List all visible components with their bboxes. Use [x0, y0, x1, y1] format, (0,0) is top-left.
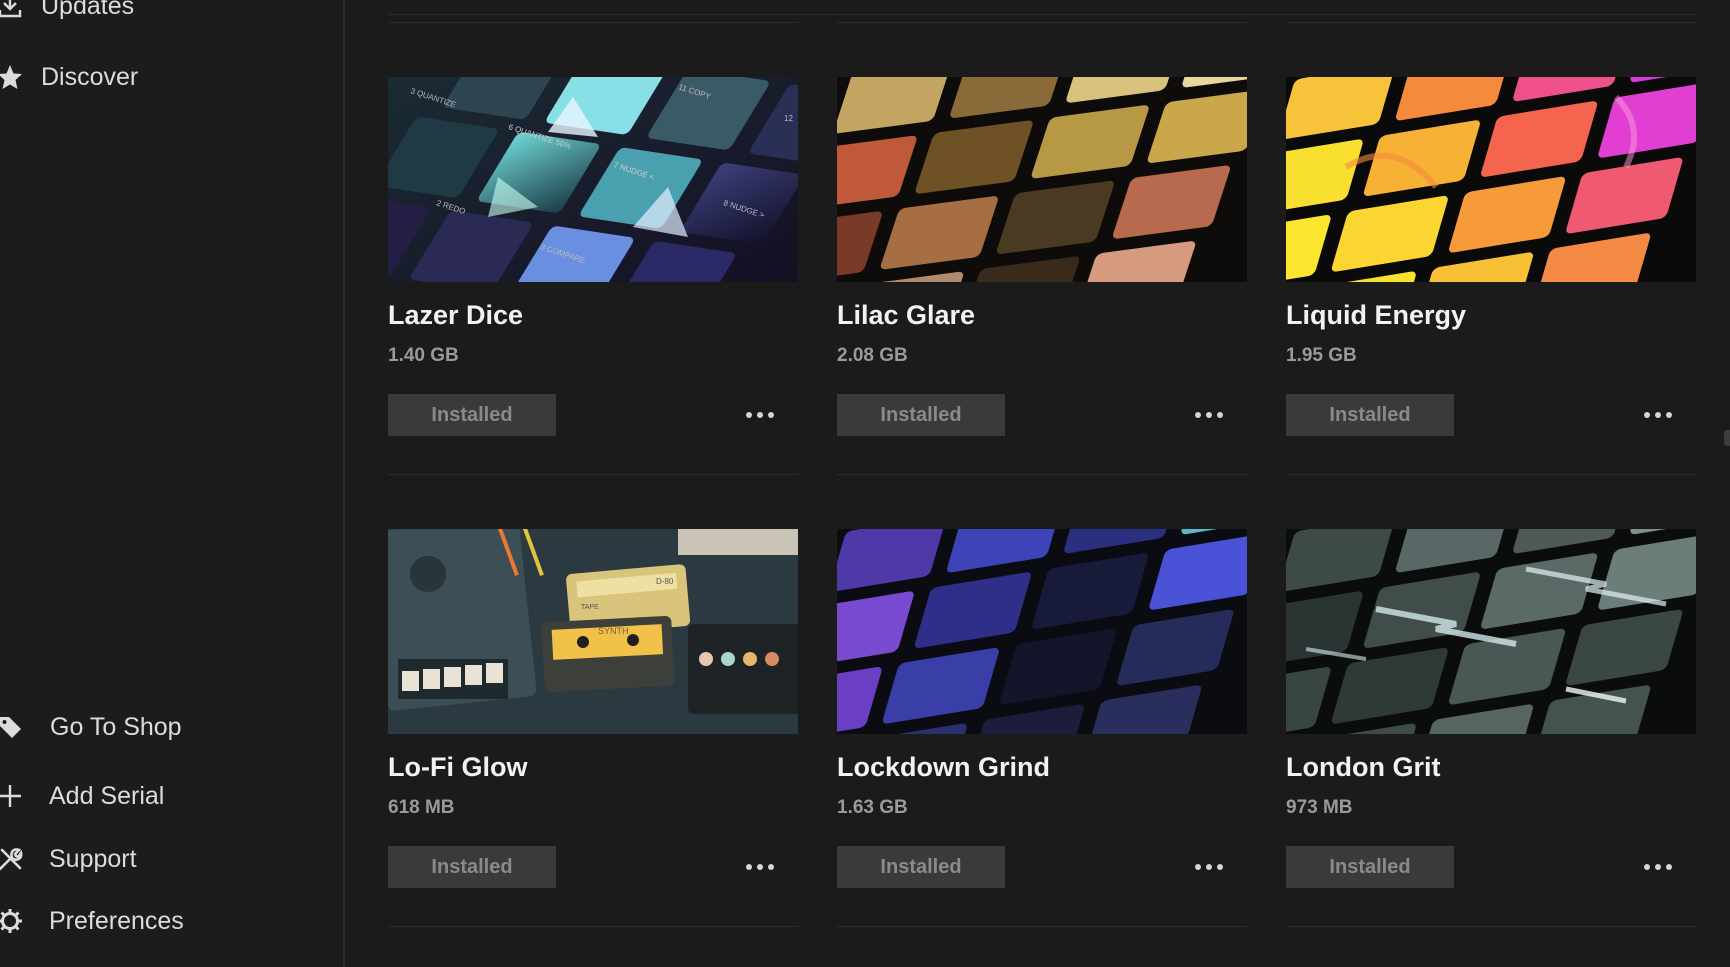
svg-text:12: 12	[784, 114, 793, 123]
more-options-icon[interactable]	[738, 394, 782, 436]
product-card[interactable]: Liquid Energy 1.95 GB Installed	[1286, 22, 1696, 475]
installed-button[interactable]: Installed	[837, 394, 1005, 436]
app-window: Updates Discover Go To Shop Add Serial S…	[0, 0, 1730, 967]
svg-text:TAPE: TAPE	[581, 604, 599, 611]
product-title: Lazer Dice	[388, 300, 524, 330]
divider	[388, 474, 798, 475]
product-title: Lo-Fi Glow	[388, 752, 528, 782]
more-options-icon[interactable]	[1636, 846, 1680, 888]
product-thumbnail[interactable]	[1286, 529, 1696, 734]
thumbnail-image: 3 QUANTIZE 11 COPY 6 QUANTIZE 50% 7 NUDG…	[388, 77, 798, 282]
product-size: 2.08 GB	[837, 345, 908, 366]
gear-icon	[0, 908, 23, 934]
product-grid: 3 QUANTIZE 11 COPY 6 QUANTIZE 50% 7 NUDG…	[347, 0, 1730, 967]
product-size: 1.63 GB	[837, 797, 908, 818]
sidebar-item-label: Updates	[41, 0, 135, 20]
product-card[interactable]: 3 QUANTIZE 11 COPY 6 QUANTIZE 50% 7 NUDG…	[388, 22, 798, 475]
more-options-icon[interactable]	[738, 846, 782, 888]
product-size: 973 MB	[1286, 797, 1353, 818]
sidebar-item-label: Add Serial	[49, 781, 165, 810]
product-thumbnail[interactable]: D-80 TAPE SYNTH	[388, 529, 798, 734]
sidebar-item-updates[interactable]: Updates	[0, 0, 134, 26]
thumbnail-image	[1286, 77, 1696, 282]
product-size: 1.40 GB	[388, 345, 459, 366]
sidebar-item-add-serial[interactable]: Add Serial	[0, 776, 164, 816]
divider	[837, 926, 1247, 927]
sidebar-item-label: Discover	[41, 62, 139, 91]
installed-button[interactable]: Installed	[837, 846, 1005, 888]
thumbnail-image	[837, 77, 1247, 282]
product-thumbnail[interactable]	[837, 529, 1247, 734]
download-icon	[0, 0, 23, 19]
scrollbar[interactable]	[1724, 430, 1730, 446]
divider	[1286, 926, 1696, 927]
sidebar-item-label: Go To Shop	[50, 712, 182, 741]
tools-icon	[0, 846, 23, 872]
tag-icon	[0, 714, 23, 740]
divider	[1286, 22, 1696, 23]
product-thumbnail[interactable]: 3 QUANTIZE 11 COPY 6 QUANTIZE 50% 7 NUDG…	[388, 77, 798, 282]
thumbnail-image	[837, 529, 1247, 734]
product-size: 618 MB	[388, 797, 455, 818]
plus-icon	[0, 783, 23, 809]
installed-button[interactable]: Installed	[388, 846, 556, 888]
sidebar-item-label: Support	[49, 844, 137, 873]
product-card[interactable]: London Grit 973 MB Installed	[1286, 529, 1696, 927]
product-card[interactable]: Lilac Glare 2.08 GB Installed	[837, 22, 1247, 475]
installed-button[interactable]: Installed	[388, 394, 556, 436]
thumbnail-image: D-80 TAPE SYNTH	[388, 529, 798, 734]
installed-button[interactable]: Installed	[1286, 846, 1454, 888]
product-size: 1.95 GB	[1286, 345, 1357, 366]
divider	[1286, 474, 1696, 475]
product-title: Lilac Glare	[837, 300, 976, 330]
sidebar-item-discover[interactable]: Discover	[0, 57, 138, 97]
product-title: London Grit	[1286, 752, 1441, 782]
installed-button[interactable]: Installed	[1286, 394, 1454, 436]
product-card[interactable]: Lockdown Grind 1.63 GB Installed	[837, 529, 1247, 927]
svg-text:D-80: D-80	[656, 577, 674, 586]
divider	[387, 14, 1697, 15]
product-card[interactable]: D-80 TAPE SYNTH Lo-Fi Glow 618 MB Instal…	[388, 529, 798, 927]
sidebar-item-preferences[interactable]: Preferences	[0, 901, 184, 941]
sidebar-item-go-to-shop[interactable]: Go To Shop	[0, 707, 182, 747]
product-title: Lockdown Grind	[837, 752, 1050, 782]
product-title: Liquid Energy	[1286, 300, 1467, 330]
divider	[837, 474, 1247, 475]
product-thumbnail[interactable]	[837, 77, 1247, 282]
more-options-icon[interactable]	[1187, 394, 1231, 436]
divider	[837, 22, 1247, 23]
divider	[388, 22, 798, 23]
divider	[388, 926, 798, 927]
thumbnail-image	[1286, 529, 1696, 734]
sidebar-item-support[interactable]: Support	[0, 839, 137, 879]
more-options-icon[interactable]	[1636, 394, 1680, 436]
svg-text:SYNTH: SYNTH	[598, 626, 629, 636]
more-options-icon[interactable]	[1187, 846, 1231, 888]
star-icon	[0, 64, 23, 90]
product-thumbnail[interactable]	[1286, 77, 1696, 282]
sidebar: Updates Discover Go To Shop Add Serial S…	[0, 0, 345, 967]
sidebar-item-label: Preferences	[49, 906, 184, 935]
